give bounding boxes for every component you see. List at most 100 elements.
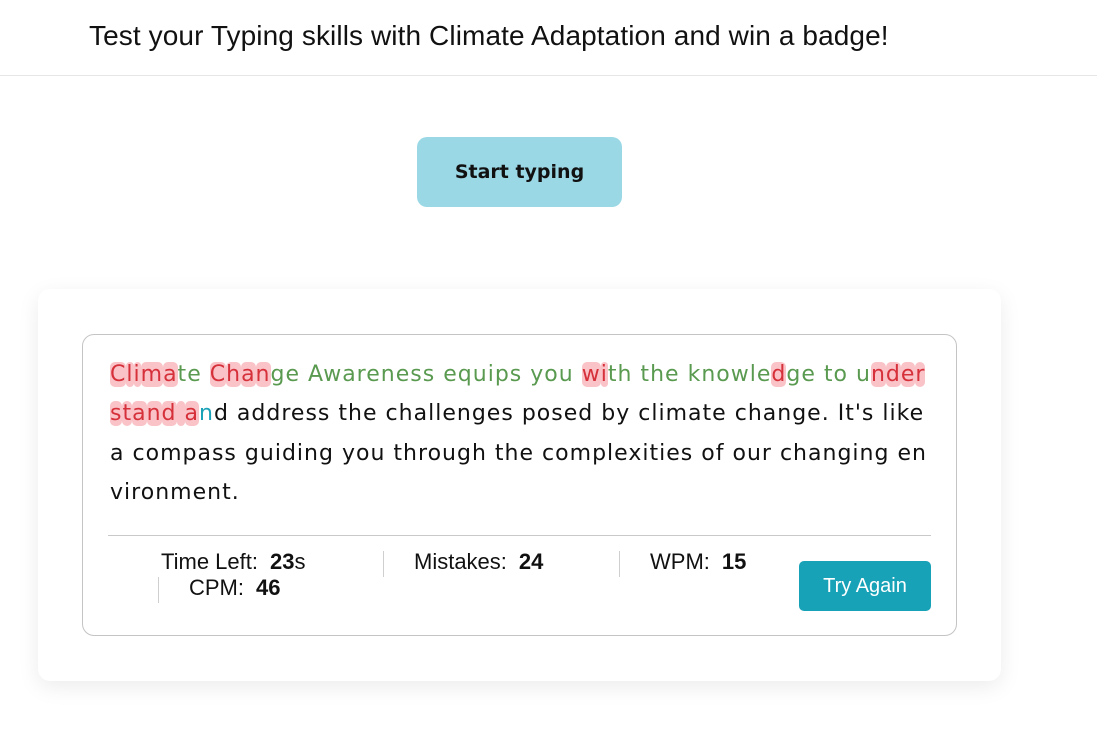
char-correct <box>574 362 582 387</box>
char-pending: s <box>305 401 318 427</box>
cpm-stat: CPM: 46 <box>189 575 280 601</box>
char-pending: x <box>628 440 643 466</box>
char-pending: i <box>852 440 860 466</box>
time-left-value: 23 <box>270 549 295 574</box>
page-header: Test your Typing skills with Climate Ada… <box>0 0 1097 76</box>
char-pending: o <box>427 440 443 466</box>
char-pending: a <box>688 401 703 427</box>
char-correct: i <box>487 362 495 387</box>
char-pending: m <box>160 440 183 466</box>
char-pending: e <box>192 479 208 505</box>
stats-bar: Time Left: 23s Mistakes: 24 WPM: 15 CPM: 46 <box>108 549 768 619</box>
char-correct: n <box>701 362 717 387</box>
char-correct: o <box>544 362 559 387</box>
char-pending: t <box>494 440 505 466</box>
char-correct: u <box>472 362 488 387</box>
text-segment-correct: te <box>178 362 202 387</box>
char-pending: n <box>859 440 875 466</box>
char-wrong: t <box>122 401 133 427</box>
char-wrong: d <box>885 362 901 387</box>
time-left-label: Time Left: <box>161 549 258 574</box>
char-wrong: C <box>110 362 127 387</box>
char-correct: p <box>494 362 510 387</box>
char-pending: h <box>348 401 363 427</box>
char-pending: s <box>551 401 564 427</box>
char-pending <box>727 401 735 426</box>
char-correct: k <box>687 362 702 387</box>
text-segment-wrong: d <box>771 362 787 387</box>
start-typing-button[interactable]: Start typing <box>417 137 622 207</box>
char-wrong: d <box>161 401 177 427</box>
char-pending: t <box>338 401 349 427</box>
text-segment-active: n <box>199 401 214 426</box>
stat-separator <box>383 551 384 577</box>
char-pending: o <box>536 401 552 427</box>
char-correct <box>816 362 824 387</box>
char-pending: e <box>362 401 378 427</box>
char-pending: s <box>224 440 237 466</box>
char-correct: o <box>716 362 731 387</box>
char-correct: u <box>558 362 574 387</box>
char-correct: e <box>756 362 772 387</box>
char-pending: s <box>317 401 331 427</box>
text-segment-pending <box>202 362 210 387</box>
char-pending: g <box>456 440 472 466</box>
char-correct: e <box>665 362 680 387</box>
char-pending: t <box>222 479 232 505</box>
char-pending: u <box>259 440 275 466</box>
text-segment-correct: ge Awareness equips you <box>271 362 582 387</box>
char-pending <box>514 401 522 426</box>
char-pending: h <box>793 440 808 466</box>
char-pending: n <box>207 479 223 505</box>
char-pending <box>229 401 237 426</box>
char-pending: h <box>747 401 763 427</box>
char-pending: g <box>874 440 890 466</box>
char-pending <box>772 441 780 466</box>
char-correct: t <box>823 362 834 387</box>
char-pending: n <box>155 479 171 505</box>
char-correct: a <box>342 362 357 387</box>
typing-paragraph[interactable]: Climate Change Awareness equips you with… <box>110 355 930 512</box>
char-pending: g <box>837 440 853 466</box>
char-pending: o <box>701 440 716 466</box>
typing-card: Climate Change Awareness equips you with… <box>38 289 1001 681</box>
char-correct: h <box>617 362 633 387</box>
char-pending: r <box>418 440 428 466</box>
char-wrong: l <box>126 362 134 387</box>
try-again-button[interactable]: Try Again <box>799 561 931 611</box>
char-wrong: C <box>209 362 227 387</box>
text-segment-correct: ge to u <box>786 362 871 387</box>
wpm-stat: WPM: 15 <box>650 549 746 575</box>
char-wrong <box>176 401 185 427</box>
char-correct: t <box>640 362 651 387</box>
char-correct: e <box>366 362 381 387</box>
char-pending: r <box>131 479 141 505</box>
char-pending: n <box>304 440 319 466</box>
char-correct: q <box>457 362 473 387</box>
typing-panel[interactable]: Climate Change Awareness equips you with… <box>82 334 957 636</box>
char-pending: n <box>777 401 793 427</box>
char-correct: h <box>650 362 666 387</box>
page-title: Test your Typing skills with Climate Ada… <box>89 20 889 51</box>
char-pending: c <box>385 401 399 427</box>
char-wrong: d <box>771 362 787 387</box>
char-active: n <box>199 401 214 427</box>
mistakes-label: Mistakes: <box>414 549 507 574</box>
char-correct: s <box>509 362 523 387</box>
char-wrong: h <box>226 362 242 387</box>
char-pending: t <box>845 401 855 427</box>
char-pending: m <box>569 440 593 466</box>
char-correct: s <box>422 362 436 387</box>
divider <box>108 535 931 536</box>
char-correct: A <box>308 362 324 387</box>
char-pending: . <box>821 401 830 427</box>
char-pending: c <box>542 440 556 466</box>
char-pending: a <box>413 401 429 427</box>
char-wrong: n <box>255 362 271 387</box>
char-wrong: m <box>140 362 164 387</box>
char-wrong: i <box>133 362 141 387</box>
char-pending: e <box>807 401 822 427</box>
char-pending: g <box>244 440 260 466</box>
text-segment-wrong: Clima <box>110 362 178 387</box>
char-pending: i <box>274 440 282 466</box>
